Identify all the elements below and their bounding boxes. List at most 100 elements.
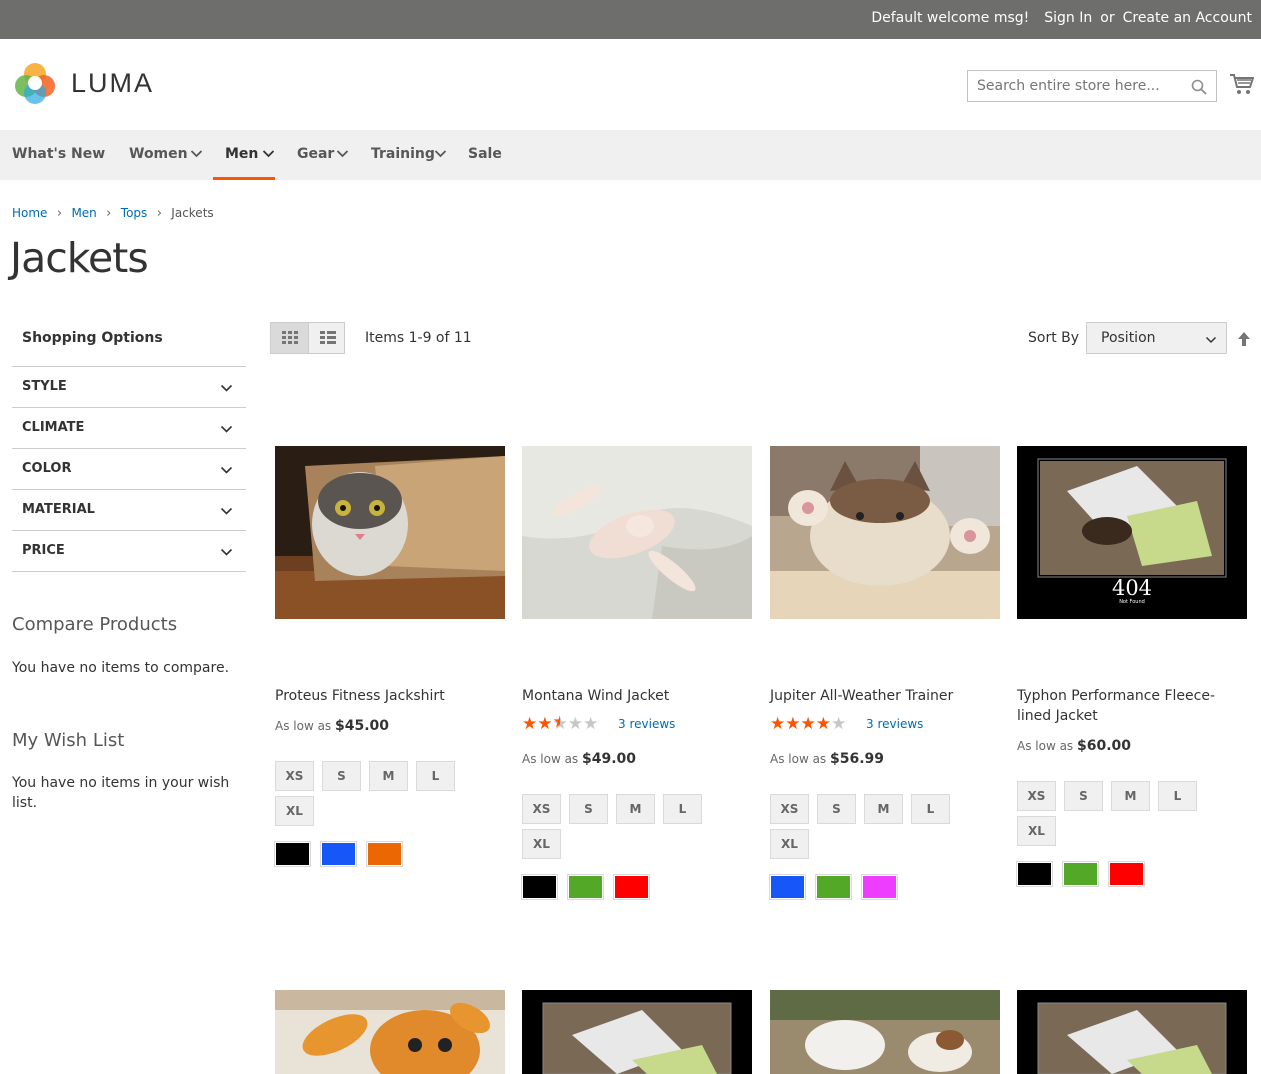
breadcrumb-home[interactable]: Home <box>12 206 47 220</box>
product-price: As low as $56.99 <box>770 751 884 767</box>
sort-by-select[interactable]: Position <box>1086 322 1227 354</box>
header-links: Default welcome msg! Sign In or Create a… <box>871 10 1252 26</box>
shopping-options-title: Shopping Options <box>22 330 163 346</box>
nav-item-training[interactable]: Training <box>371 130 449 180</box>
size-swatch-xl[interactable]: XL <box>770 829 809 859</box>
product-image[interactable] <box>522 446 752 619</box>
size-swatch-xs[interactable]: XS <box>522 794 561 824</box>
size-swatch-l[interactable]: L <box>416 761 455 791</box>
size-swatch-m[interactable]: M <box>616 794 655 824</box>
or-separator: or <box>1100 10 1115 26</box>
list-view-button[interactable] <box>308 323 345 353</box>
size-swatch-l[interactable]: L <box>1158 781 1197 811</box>
price-value: $45.00 <box>335 718 390 734</box>
filter-label: PRICE <box>22 543 65 558</box>
filter-price[interactable]: PRICE <box>12 530 246 571</box>
size-swatch-m[interactable]: M <box>1111 781 1150 811</box>
search-icon[interactable] <box>1191 79 1207 95</box>
product-name[interactable]: Proteus Fitness Jackshirt <box>275 686 505 706</box>
nav-label: Women <box>129 146 188 162</box>
color-swatch-green[interactable] <box>1062 861 1099 887</box>
breadcrumb-tops[interactable]: Tops <box>121 206 148 220</box>
search-input[interactable] <box>968 71 1184 101</box>
grid-icon <box>282 331 298 344</box>
size-swatch-s[interactable]: S <box>817 794 856 824</box>
chevron-down-icon <box>262 150 275 158</box>
size-swatch-xl[interactable]: XL <box>1017 816 1056 846</box>
color-swatch-green[interactable] <box>567 874 604 900</box>
product-price: As low as $45.00 <box>275 718 389 734</box>
create-account-link[interactable]: Create an Account <box>1123 10 1252 26</box>
product-image[interactable] <box>522 990 752 1074</box>
nav-item-men[interactable]: Men <box>213 130 275 180</box>
nav-item-whats-new[interactable]: What's New <box>12 130 105 180</box>
color-swatch-purple[interactable] <box>861 874 898 900</box>
product-image[interactable] <box>275 990 505 1074</box>
filter-label: CLIMATE <box>22 420 85 435</box>
color-swatch-blue[interactable] <box>769 874 806 900</box>
chevron-right-icon: › <box>156 206 162 221</box>
breadcrumb-men[interactable]: Men <box>71 206 96 220</box>
color-swatch-blue[interactable] <box>320 841 357 867</box>
color-swatch-green[interactable] <box>815 874 852 900</box>
size-swatch-xs[interactable]: XS <box>1017 781 1056 811</box>
product-item <box>770 990 1000 1074</box>
size-swatch-s[interactable]: S <box>1064 781 1103 811</box>
color-swatch-red[interactable] <box>613 874 650 900</box>
sort-direction-arrow-icon[interactable] <box>1237 331 1251 347</box>
color-swatch-black[interactable] <box>274 841 311 867</box>
nav-label: Men <box>225 146 259 162</box>
size-swatch-xl[interactable]: XL <box>522 829 561 859</box>
welcome-message: Default welcome msg! <box>871 10 1030 26</box>
color-swatches <box>769 874 1000 900</box>
cart-icon[interactable] <box>1229 72 1254 96</box>
size-swatch-xs[interactable]: XS <box>770 794 809 824</box>
product-image[interactable] <box>275 446 505 619</box>
product-image[interactable] <box>1017 990 1247 1074</box>
rating-stars-icon: ★★★★★ <box>770 714 847 734</box>
filter-material[interactable]: MATERIAL <box>12 489 246 530</box>
reviews-link[interactable]: 3 reviews <box>866 717 923 731</box>
size-swatch-m[interactable]: M <box>369 761 408 791</box>
nav-item-gear[interactable]: Gear <box>297 130 352 180</box>
main-navigation: What's New Women Men Gear Training Sale <box>0 130 1261 180</box>
size-swatch-s[interactable]: S <box>322 761 361 791</box>
wishlist-empty-text: You have no items in your wish list. <box>12 775 230 811</box>
nav-item-women[interactable]: Women <box>129 130 204 180</box>
filter-climate[interactable]: CLIMATE <box>12 407 246 448</box>
reviews-link[interactable]: 3 reviews <box>618 717 675 731</box>
product-image[interactable] <box>770 446 1000 619</box>
color-swatch-black[interactable] <box>1016 861 1053 887</box>
product-name[interactable]: Montana Wind Jacket <box>522 686 752 706</box>
size-swatch-m[interactable]: M <box>864 794 903 824</box>
size-swatch-l[interactable]: L <box>911 794 950 824</box>
active-nav-underline <box>213 177 275 180</box>
price-label: As low as <box>275 719 332 733</box>
filter-style[interactable]: STYLE <box>12 366 246 407</box>
filter-color[interactable]: COLOR <box>12 448 246 489</box>
size-swatch-l[interactable]: L <box>663 794 702 824</box>
chevron-down-icon <box>220 548 233 556</box>
product-image[interactable] <box>770 990 1000 1074</box>
product-image[interactable]: 404 Not Found <box>1017 446 1247 619</box>
nav-label: Sale <box>468 146 502 162</box>
color-swatch-red[interactable] <box>1108 861 1145 887</box>
price-value: $60.00 <box>1077 738 1132 754</box>
size-swatch-s[interactable]: S <box>569 794 608 824</box>
product-name[interactable]: Typhon Performance Fleece-lined Jacket <box>1017 686 1247 726</box>
luma-logo-icon[interactable] <box>12 60 58 106</box>
nav-item-sale[interactable]: Sale <box>468 130 508 180</box>
size-swatch-xl[interactable]: XL <box>275 796 314 826</box>
logo-text[interactable]: LUMA <box>71 68 154 99</box>
grid-view-button[interactable] <box>271 323 308 353</box>
price-value: $49.00 <box>582 751 637 767</box>
size-swatch-xs[interactable]: XS <box>275 761 314 791</box>
price-value: $56.99 <box>830 751 885 767</box>
search-box <box>967 70 1217 102</box>
chevron-down-icon <box>220 507 233 515</box>
color-swatch-orange[interactable] <box>366 841 403 867</box>
sign-in-link[interactable]: Sign In <box>1044 10 1092 26</box>
product-name[interactable]: Jupiter All-Weather Trainer <box>770 686 1000 706</box>
color-swatch-black[interactable] <box>521 874 558 900</box>
compare-products-title: Compare Products <box>12 614 178 635</box>
